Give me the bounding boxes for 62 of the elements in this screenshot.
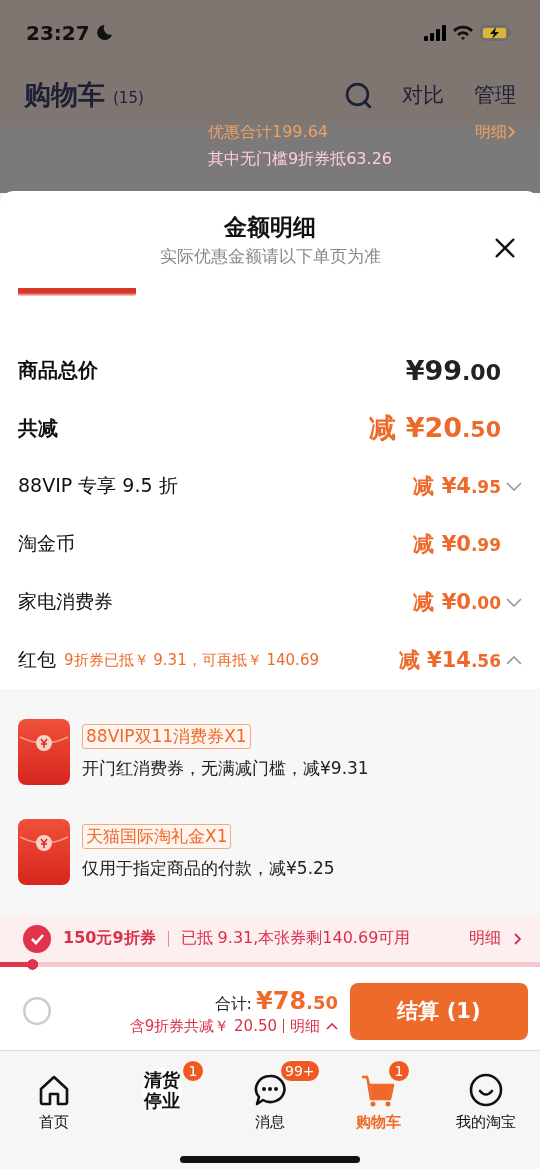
- tab-item[interactable]: 首页: [0, 1059, 108, 1132]
- chevron-up-icon[interactable]: [506, 655, 522, 665]
- moon-icon: [95, 24, 113, 41]
- chevron-down-icon[interactable]: [506, 481, 522, 491]
- tab-item[interactable]: 我的淘宝: [432, 1059, 540, 1132]
- row-label: 商品总价: [18, 356, 98, 384]
- sheet-subtitle: 实际优惠金额请以下单页为准: [159, 244, 381, 268]
- row-label: 共减: [18, 414, 58, 442]
- coupon-title: 150元9折券: [63, 928, 156, 949]
- row-amount: 减 ¥4.95: [413, 473, 501, 500]
- row-amount: 减 ¥14.56: [398, 647, 501, 674]
- coupon-checkbox[interactable]: [23, 924, 51, 953]
- envelope-icon: [18, 819, 70, 885]
- coupon-tag: 88VIP双11消费券X1: [82, 724, 251, 749]
- search-icon[interactable]: [345, 81, 372, 109]
- row-amount: ¥99.00: [405, 354, 501, 386]
- cart-icon: [361, 1073, 395, 1107]
- row-note: 9折券已抵￥ 9.31，可再抵￥ 140.69: [64, 650, 319, 670]
- coupon-description: 开门红消费券，无满减门槛，减¥9.31: [82, 757, 369, 780]
- total-amount: ¥78.50: [256, 986, 338, 1015]
- envelope-icon: [18, 719, 70, 785]
- chevron-down-icon[interactable]: [506, 597, 522, 607]
- coupon-description: 仅用于指定商品的付款，减¥5.25: [82, 857, 335, 880]
- close-icon: [494, 237, 516, 259]
- row-label: 红包: [18, 647, 56, 672]
- total-label: 合计:: [214, 993, 252, 1015]
- chevron-right-icon[interactable]: [513, 931, 522, 946]
- notification-badge: 99+: [280, 1060, 320, 1082]
- tab-item[interactable]: 1 购物车: [324, 1059, 432, 1132]
- savings-text: 含9折券共减￥ 20.50: [129, 1016, 277, 1036]
- coupon-detail-link[interactable]: 明细: [469, 928, 501, 949]
- chevron-up-icon[interactable]: [326, 1021, 338, 1031]
- notification-badge: 1: [388, 1060, 410, 1082]
- row-amount: 减 ¥0.99: [413, 531, 501, 558]
- coupon-note: 其中无门槛9折券抵63.26: [208, 149, 393, 170]
- sheet-title: 金额明细: [224, 212, 316, 242]
- row-amount: 减 ¥20.50: [369, 411, 501, 445]
- page-title: 购物车: [24, 78, 105, 112]
- status-time: 23:27: [26, 20, 90, 45]
- detail-link[interactable]: 明细: [290, 1016, 320, 1036]
- row-label: 淘金币: [18, 531, 75, 556]
- smiley-icon: [469, 1073, 503, 1107]
- tab-item[interactable]: 99+ 消息: [216, 1059, 324, 1132]
- home-icon: [37, 1073, 71, 1107]
- header-action[interactable]: 管理: [474, 81, 516, 109]
- chat-bubble-icon: [253, 1073, 287, 1107]
- coupon-status: 已抵 9.31,本张券剩140.69可用: [180, 928, 411, 949]
- tab-item[interactable]: 清货停业 1: [108, 1059, 216, 1132]
- row-label: 家电消费券: [18, 589, 113, 614]
- select-all-radio[interactable]: [23, 997, 51, 1025]
- signal-icon: [424, 24, 446, 41]
- row-amount: 减 ¥0.00: [413, 589, 501, 616]
- chevron-right-icon[interactable]: [507, 125, 516, 139]
- battery-icon: [480, 24, 512, 41]
- row-label: 88VIP 专享 9.5 折: [18, 473, 178, 498]
- checkout-button[interactable]: 结算 (1): [350, 982, 528, 1040]
- header-action[interactable]: 对比: [402, 81, 444, 109]
- item-count: (15): [113, 89, 144, 107]
- coupon-tag: 天猫国际淘礼金X1: [82, 824, 232, 849]
- wifi-icon: [452, 24, 474, 41]
- notification-badge: 1: [182, 1060, 204, 1082]
- promo-badge-text: 清货停业: [142, 1068, 182, 1112]
